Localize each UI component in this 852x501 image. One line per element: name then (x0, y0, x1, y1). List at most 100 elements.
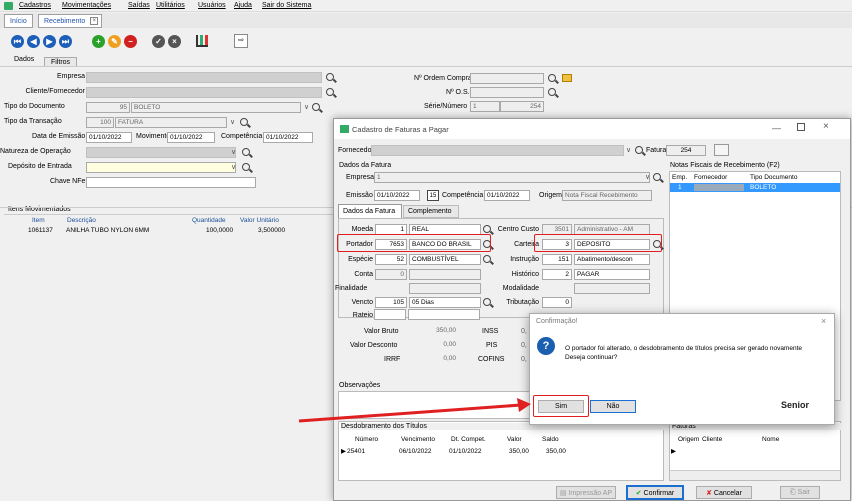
close-icon[interactable]: × (90, 17, 99, 25)
cancelar-button[interactable]: ✘ Cancelar (696, 486, 752, 499)
deposito-field[interactable] (86, 162, 236, 173)
edit-icon[interactable]: ✎ (108, 35, 121, 48)
copy-icon[interactable] (714, 144, 729, 156)
cell-descricao: ANILHA TUBO NYLON 6MM (66, 227, 150, 234)
chave-field[interactable] (86, 177, 256, 188)
numero-field[interactable]: 254 (500, 101, 544, 112)
tab-recebimento[interactable]: Recebimento × (38, 14, 103, 28)
menu-usuarios[interactable]: Usuários (198, 2, 226, 9)
chevron-down-icon[interactable]: ∨ (230, 118, 235, 126)
conta-select[interactable] (409, 269, 481, 280)
fornecedor-field[interactable] (371, 145, 624, 156)
search-icon[interactable] (635, 146, 643, 154)
vencto-select[interactable]: 05 Dias (409, 297, 481, 308)
folder-icon[interactable] (562, 74, 572, 82)
chevron-down-icon[interactable]: ∨ (645, 173, 650, 181)
os-field[interactable] (470, 87, 544, 98)
menu-movimentacoes[interactable]: Movimentações (62, 2, 111, 9)
tipo-doc-code[interactable]: 95 (86, 102, 130, 113)
tab-inicio[interactable]: Início (4, 14, 33, 28)
fatura-field[interactable]: 254 (666, 145, 706, 156)
historico-select[interactable]: PAGAR (574, 269, 650, 280)
confirm-icon[interactable]: ✓ (152, 35, 165, 48)
search-icon[interactable] (312, 103, 320, 111)
empresa-field[interactable]: 1 (374, 172, 650, 183)
serie-field[interactable]: 1 (470, 101, 500, 112)
minimize-icon[interactable]: — (772, 123, 781, 133)
search-icon[interactable] (326, 73, 334, 81)
natureza-field[interactable] (86, 147, 236, 158)
delete-icon[interactable]: − (124, 35, 137, 48)
table-row[interactable]: ▶ 25401 06/10/2022 01/10/2022 350,00 350… (339, 447, 663, 457)
tab-dados[interactable]: Dados (14, 56, 34, 63)
menu-sair[interactable]: Sair do Sistema (262, 2, 311, 9)
tributacao-code[interactable]: 0 (542, 297, 572, 308)
close-icon[interactable]: × (823, 121, 829, 132)
modalidade-select[interactable] (574, 283, 650, 294)
especie-select[interactable]: COMBUSTÍVEL (409, 254, 481, 265)
nao-button[interactable]: Não (590, 400, 636, 413)
instrucao-code[interactable]: 151 (542, 254, 572, 265)
chart-icon[interactable] (196, 35, 208, 47)
especie-code[interactable]: 52 (375, 254, 407, 265)
search-icon[interactable] (242, 163, 250, 171)
sair-button[interactable]: ⎗ Sair (780, 486, 820, 499)
table-row[interactable]: 1 BOLETO (670, 183, 840, 192)
instrucao-select[interactable]: Abatimento/descon (574, 254, 650, 265)
competencia-field[interactable]: 01/10/2022 (484, 190, 530, 201)
tipo-trans-code[interactable]: 100 (86, 117, 114, 128)
empresa-field[interactable] (86, 72, 322, 83)
chevron-down-icon[interactable]: ∨ (231, 163, 236, 171)
first-icon[interactable]: ⏮ (11, 35, 24, 48)
tipo-doc-text[interactable]: BOLETO (131, 102, 301, 113)
confirmar-button[interactable]: ✔ Confirmar (626, 485, 684, 500)
chevron-down-icon[interactable]: ∨ (626, 146, 631, 154)
cliente-field[interactable] (86, 87, 322, 98)
vencto-code[interactable]: 105 (375, 297, 407, 308)
origem-field[interactable]: Nota Fiscal Recebimento (562, 190, 652, 201)
historico-code[interactable]: 2 (542, 269, 572, 280)
competencia-field[interactable]: 01/10/2022 (263, 132, 313, 143)
label-tributacao: Tributação (506, 299, 539, 306)
horizontal-scrollbar[interactable] (670, 470, 840, 480)
menu-utilitarios[interactable]: Utilitários (156, 2, 185, 9)
calendar-icon[interactable]: 15 (427, 190, 439, 201)
search-icon[interactable] (483, 255, 491, 263)
prev-icon[interactable]: ◀ (27, 35, 40, 48)
label-os: Nº O.S. (446, 89, 470, 96)
search-icon[interactable] (240, 118, 248, 126)
chevron-down-icon[interactable]: ∨ (231, 148, 236, 156)
search-icon[interactable] (548, 88, 556, 96)
last-icon[interactable]: ⏭ (59, 35, 72, 48)
add-icon[interactable]: + (92, 35, 105, 48)
valor-desconto-field: 0,00 (443, 341, 456, 348)
close-icon[interactable]: × (821, 316, 826, 326)
conta-code[interactable]: 0 (375, 269, 407, 280)
finalidade-select[interactable] (409, 283, 481, 294)
search-icon[interactable] (548, 74, 556, 82)
search-icon[interactable] (242, 148, 250, 156)
export-icon[interactable]: ⇨ (234, 34, 248, 48)
chevron-down-icon[interactable]: ∨ (304, 103, 309, 111)
tipo-trans-text[interactable]: FATURA (115, 117, 227, 128)
tab-label: Recebimento (44, 18, 86, 25)
ordem-field[interactable] (470, 73, 544, 84)
menu-ajuda[interactable]: Ajuda (234, 2, 252, 9)
data-emissao-field[interactable]: 01/10/2022 (86, 132, 132, 143)
menu-cadastros[interactable]: Cadastros (19, 2, 51, 9)
impressao-ap-button[interactable]: ▤ Impressão AP (556, 486, 616, 499)
search-icon[interactable] (653, 173, 661, 181)
next-icon[interactable]: ▶ (43, 35, 56, 48)
tab-complemento[interactable]: Complemento (403, 205, 459, 218)
notas-title: Notas Fiscais de Recebimento (F2) (670, 162, 780, 169)
search-icon[interactable] (483, 298, 491, 306)
maximize-icon[interactable] (797, 123, 805, 131)
tab-dados-fatura[interactable]: Dados da Fatura (338, 204, 402, 219)
search-icon[interactable] (483, 225, 491, 233)
cancel-icon[interactable]: × (168, 35, 181, 48)
emissao-field[interactable]: 01/10/2022 (374, 190, 420, 201)
search-icon[interactable] (326, 88, 334, 96)
menu-saidas[interactable]: Saídas (128, 2, 150, 9)
table-row[interactable]: 1061137 ANILHA TUBO NYLON 6MM 100,0000 3… (4, 226, 334, 236)
movimento-field[interactable]: 01/10/2022 (167, 132, 215, 143)
